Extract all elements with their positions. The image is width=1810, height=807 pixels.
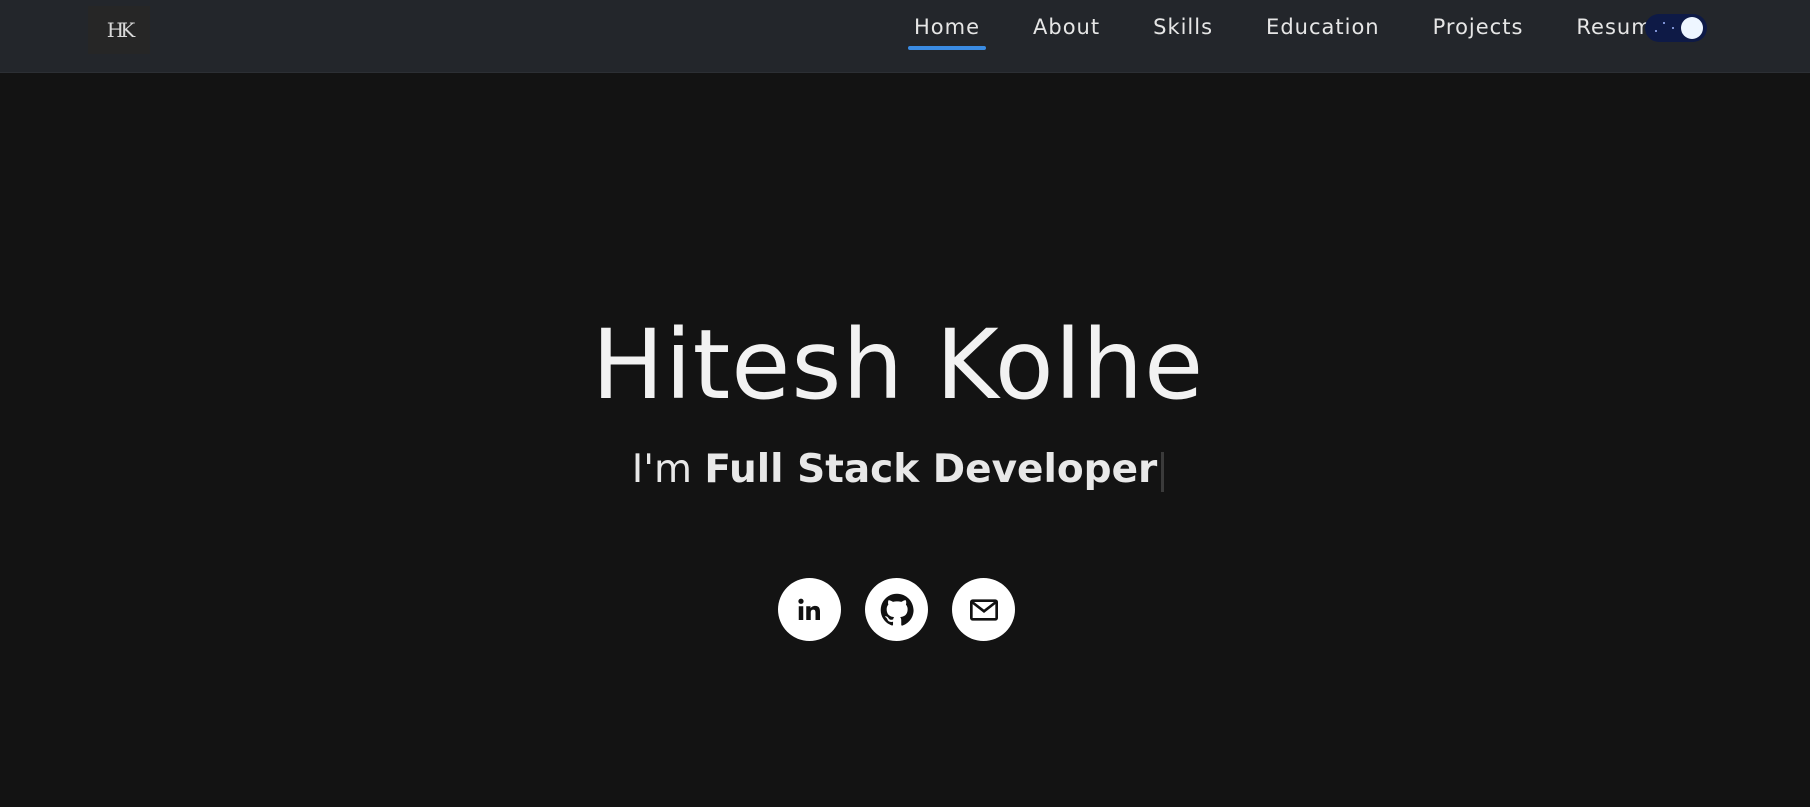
nav-item-projects[interactable]: Projects [1427, 0, 1530, 54]
nav-item-education[interactable]: Education [1260, 0, 1386, 54]
mail-icon [969, 598, 998, 621]
role-title: Full Stack Developer [704, 447, 1158, 492]
star-icon [1663, 22, 1665, 24]
nav-item-skills[interactable]: Skills [1147, 0, 1219, 54]
linkedin-icon [797, 598, 820, 620]
github-button[interactable] [865, 578, 928, 641]
linkedin-button[interactable] [778, 578, 841, 641]
logo-text: HK [106, 18, 135, 42]
nav-item-home[interactable]: Home [908, 0, 987, 54]
main-nav: Home About Skills Education Projects Res… [908, 0, 1714, 54]
star-icon [1672, 27, 1674, 29]
social-links [778, 578, 1039, 641]
navbar: HK Home About Skills Education Projects … [0, 0, 1810, 73]
star-icon [1655, 30, 1657, 32]
email-button[interactable] [952, 578, 1015, 641]
role-prefix: I'm [631, 447, 692, 492]
typing-cursor [1161, 451, 1165, 492]
hero-section: Hitesh Kolhe I'm Full Stack Developer [0, 72, 1810, 807]
theme-toggle[interactable] [1645, 14, 1707, 42]
github-icon [880, 593, 914, 626]
hero-name: Hitesh Kolhe [591, 309, 1205, 421]
nav-item-about[interactable]: About [1027, 0, 1106, 54]
logo[interactable]: HK [88, 6, 150, 54]
moon-stars-icon [1681, 17, 1703, 39]
hero-role: I'm Full Stack Developer [0, 450, 1796, 492]
